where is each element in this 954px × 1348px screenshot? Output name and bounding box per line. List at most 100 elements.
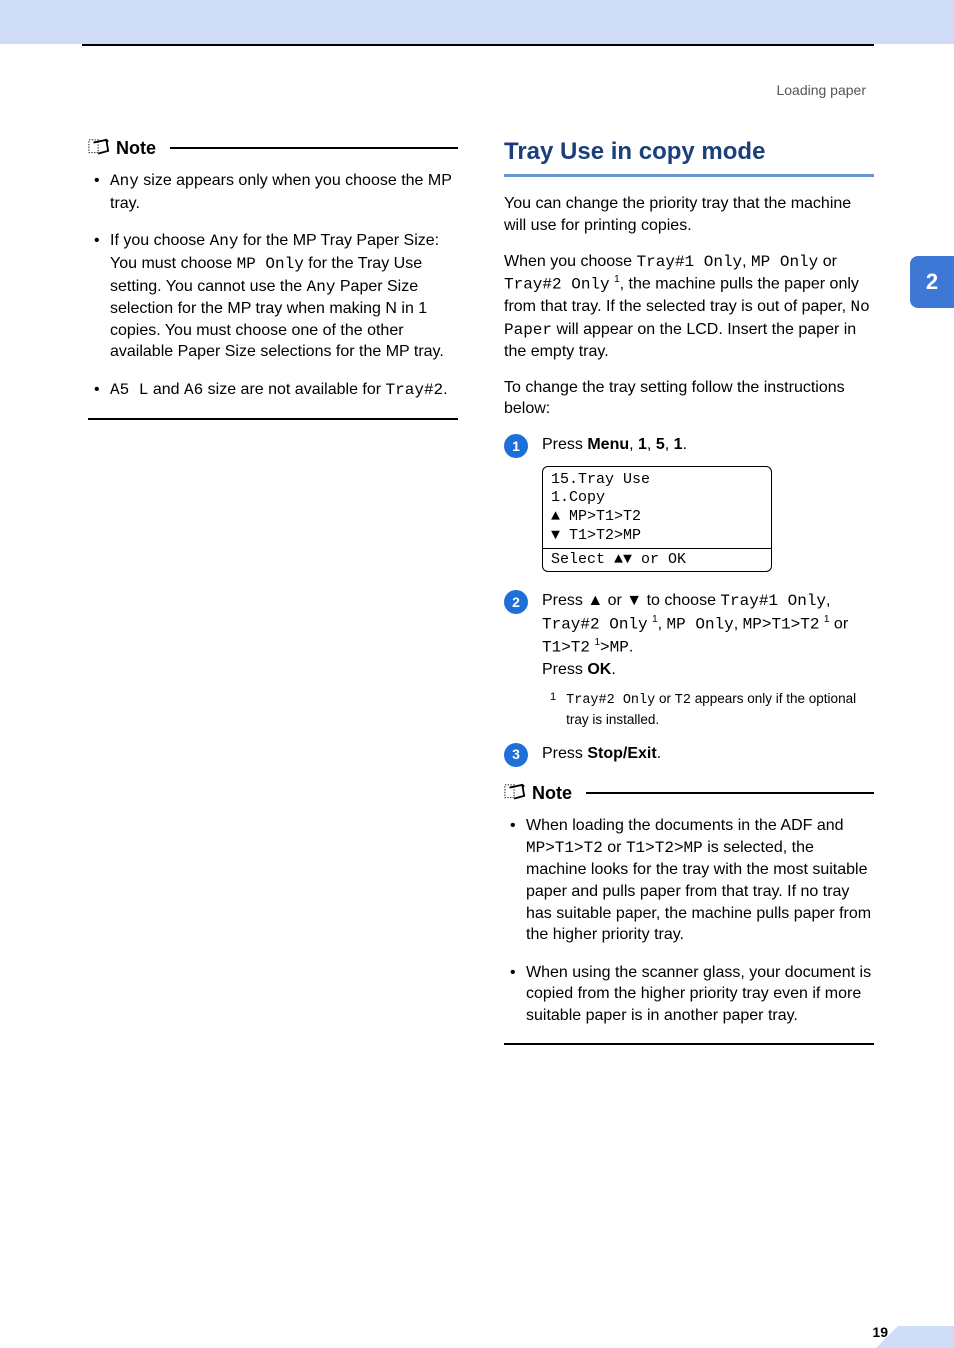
step-badge: 2 (504, 590, 528, 614)
code-text: T1>T2>MP (626, 839, 703, 857)
right-column: Tray Use in copy mode You can change the… (504, 136, 874, 1045)
code-text: > (600, 638, 610, 656)
code-text: Any (307, 278, 336, 296)
text: will appear on the LCD. Insert the paper… (504, 321, 856, 361)
chapter-tab: 2 (910, 256, 954, 308)
key-label: 1 (674, 436, 683, 453)
code-text: Tray#2 Only (542, 615, 648, 633)
note-heading: Note (504, 781, 874, 805)
text: , (742, 253, 751, 270)
step-2: 2 Press ▲ or ▼ to choose Tray#1 Only, Tr… (504, 590, 874, 728)
text: . (629, 638, 633, 655)
list-item: If you choose Any for the MP Tray Paper … (90, 230, 458, 363)
lcd-line: ▲ MP>T1>T2 (551, 508, 763, 527)
lcd-screen: 15.Tray Use 1.Copy ▲ MP>T1>T2 ▼ T1>T2>MP… (542, 466, 772, 573)
text: , (647, 436, 656, 453)
text: . (611, 661, 615, 678)
code-text: Any (110, 172, 139, 190)
text: Press (542, 436, 587, 453)
text: . (443, 381, 447, 398)
text: . (657, 745, 661, 762)
note-rule (586, 792, 874, 794)
code-text: Tray#1 Only (637, 253, 743, 271)
text: Press ▲ or ▼ to choose (542, 592, 720, 609)
key-label: 1 (638, 436, 647, 453)
paragraph: To change the tray setting follow the in… (504, 377, 874, 420)
top-band (0, 0, 954, 44)
lcd-line: ▼ T1>T2>MP (551, 527, 763, 546)
code-text: MP Only (751, 253, 818, 271)
section-title: Tray Use in copy mode (504, 136, 874, 168)
code-text: Tray#1 Only (720, 592, 826, 610)
note-end-rule (88, 418, 458, 420)
text: or (655, 691, 675, 706)
left-column: Note Any size appears only when you choo… (88, 136, 458, 1045)
note-icon (88, 138, 110, 158)
text: If you choose (110, 232, 210, 249)
section-underline (504, 174, 874, 177)
text: or (829, 615, 848, 632)
step-body: Press Menu, 1, 5, 1. 15.Tray Use 1.Copy … (542, 434, 874, 576)
note-label: Note (116, 136, 156, 160)
code-text: A5 L (110, 381, 148, 399)
text: , (665, 436, 674, 453)
page-number: 19 (872, 1324, 888, 1340)
lcd-line: 1.Copy (551, 489, 763, 508)
note-label: Note (532, 781, 572, 805)
footnote-mark: 1 (550, 690, 556, 728)
code-text: MP (610, 638, 629, 656)
text: or (818, 253, 837, 270)
footnote-text: Tray#2 Only or T2 appears only if the op… (566, 690, 874, 728)
text: , (658, 615, 667, 632)
step-badge: 3 (504, 743, 528, 767)
text: or (603, 839, 626, 856)
text: When you choose (504, 253, 637, 270)
footnote: 1 Tray#2 Only or T2 appears only if the … (550, 690, 874, 728)
lcd-line: 15.Tray Use (551, 471, 763, 490)
code-text: T1>T2 (542, 638, 590, 656)
step-body: Press Stop/Exit. (542, 743, 874, 767)
key-label: OK (587, 661, 611, 678)
key-label: 5 (656, 436, 665, 453)
content-columns: Note Any size appears only when you choo… (88, 136, 874, 1045)
note-heading: Note (88, 136, 458, 160)
code-text: A6 (184, 381, 203, 399)
text: size are not available for (203, 381, 385, 398)
text: , (629, 436, 638, 453)
code-text: Tray#2 (386, 381, 444, 399)
step-3: 3 Press Stop/Exit. (504, 743, 874, 767)
list-item: Any size appears only when you choose th… (90, 170, 458, 214)
note-icon (504, 783, 526, 803)
note-block: Note When loading the documents in the A… (504, 781, 874, 1045)
text: size appears only when you choose the MP… (110, 172, 452, 212)
step-badge: 1 (504, 434, 528, 458)
intro-paragraph: You can change the priority tray that th… (504, 193, 874, 236)
paragraph: When you choose Tray#1 Only, MP Only or … (504, 251, 874, 363)
step-body: Press ▲ or ▼ to choose Tray#1 Only, Tray… (542, 590, 874, 728)
right-note-list: When loading the documents in the ADF an… (504, 815, 874, 1026)
lcd-divider (543, 548, 771, 549)
code-text: Any (210, 232, 239, 250)
code-text: Tray#2 Only (566, 693, 655, 708)
breadcrumb: Loading paper (776, 82, 866, 98)
key-label: Menu (587, 436, 629, 453)
text: Press (542, 661, 587, 678)
list-item: A5 L and A6 size are not available for T… (90, 379, 458, 402)
page-corner (898, 1326, 954, 1348)
left-note-list: Any size appears only when you choose th… (88, 170, 458, 401)
list-item: When using the scanner glass, your docum… (506, 962, 874, 1027)
code-text: MP Only (237, 255, 304, 273)
text: , (826, 592, 830, 609)
text: . (683, 436, 687, 453)
top-rule (82, 44, 874, 46)
code-text: Tray#2 Only (504, 276, 610, 294)
code-text: MP Only (667, 615, 734, 633)
lcd-line: Select ▲▼ or OK (551, 551, 763, 570)
text: When loading the documents in the ADF an… (526, 817, 844, 834)
note-rule (170, 147, 458, 149)
list-item: When loading the documents in the ADF an… (506, 815, 874, 946)
text: , (734, 615, 743, 632)
code-text: MP>T1>T2 (526, 839, 603, 857)
note-end-rule (504, 1043, 874, 1045)
step-1: 1 Press Menu, 1, 5, 1. 15.Tray Use 1.Cop… (504, 434, 874, 576)
